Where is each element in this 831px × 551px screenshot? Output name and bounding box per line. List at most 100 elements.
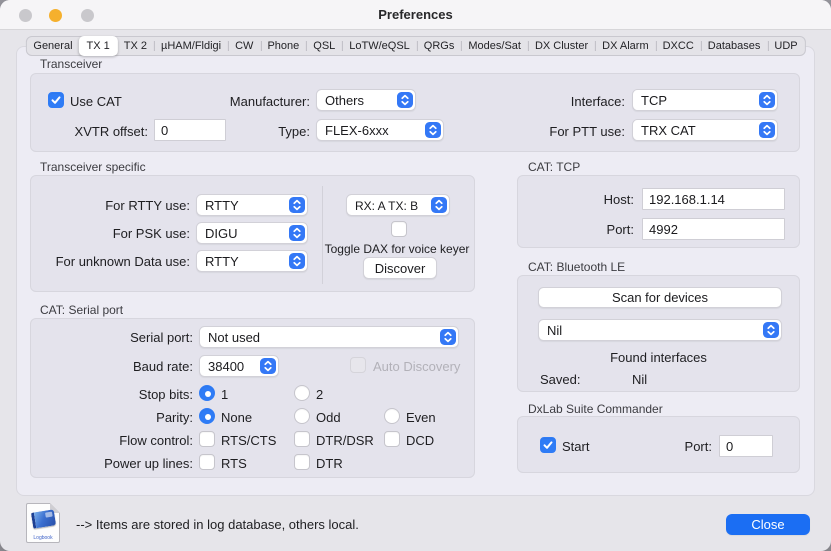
chevron-up-down-icon bbox=[759, 122, 775, 138]
chevron-up-down-icon bbox=[289, 197, 305, 213]
parity-odd-radio[interactable] bbox=[294, 408, 310, 424]
rtty-use-value: RTTY bbox=[205, 198, 239, 213]
footer-note: --> Items are stored in log database, ot… bbox=[76, 517, 359, 532]
stop-bits-1-label: 1 bbox=[221, 387, 229, 402]
cat-bluetooth-group-title: CAT: Bluetooth LE bbox=[528, 260, 626, 274]
dxlab-group-title: DxLab Suite Commander bbox=[528, 402, 663, 416]
tab-dx-cluster[interactable]: DX Cluster bbox=[527, 37, 595, 55]
tab-qrgs[interactable]: QRGs bbox=[416, 37, 462, 55]
unknown-data-use-value: RTTY bbox=[205, 254, 239, 269]
interface-label: Interface: bbox=[570, 94, 625, 109]
ptt-use-select[interactable]: TRX CAT bbox=[632, 119, 778, 141]
toggle-dax-label: Toggle DAX for voice keyer bbox=[324, 242, 470, 256]
toggle-dax-checkbox[interactable] bbox=[391, 221, 407, 237]
serial-port-value: Not used bbox=[208, 330, 261, 345]
host-label: Host: bbox=[603, 192, 634, 207]
close-button[interactable]: Close bbox=[726, 514, 810, 535]
dxlab-port-input[interactable] bbox=[719, 435, 773, 457]
tab-qsl[interactable]: QSL bbox=[306, 37, 342, 55]
host-input[interactable] bbox=[642, 188, 785, 210]
serial-port-label: Serial port: bbox=[130, 330, 193, 345]
parity-even-label: Even bbox=[406, 410, 436, 425]
saved-label: Saved: bbox=[540, 372, 581, 387]
window-title: Preferences bbox=[378, 7, 453, 22]
use-cat-checkbox[interactable] bbox=[48, 92, 64, 108]
chevron-up-down-icon bbox=[431, 197, 447, 213]
tab-cw[interactable]: CW bbox=[228, 37, 260, 55]
tab-lotw-eqsl[interactable]: LoTW/eQSL bbox=[342, 37, 417, 55]
transceiver-group-title: Transceiver bbox=[40, 57, 103, 71]
tcp-port-label: Port: bbox=[606, 222, 634, 237]
chevron-up-down-icon bbox=[260, 358, 276, 374]
tab-databases[interactable]: Databases bbox=[700, 37, 768, 55]
dxlab-start-label: Start bbox=[562, 439, 590, 454]
preferences-tab-bar: General TX 1 TX 2 µHAM/Fldigi CW Phone Q… bbox=[25, 36, 806, 56]
tcp-port-input[interactable] bbox=[642, 218, 785, 240]
flow-rts-cts-checkbox[interactable] bbox=[199, 431, 215, 447]
rx-tx-select[interactable]: RX: A TX: B bbox=[346, 194, 450, 216]
manufacturer-select[interactable]: Others bbox=[316, 89, 416, 111]
tab-modes-sat[interactable]: Modes/Sat bbox=[461, 37, 528, 55]
chevron-up-down-icon bbox=[763, 322, 779, 338]
psk-use-value: DIGU bbox=[205, 226, 238, 241]
interface-select[interactable]: TCP bbox=[632, 89, 778, 111]
power-rts-checkbox[interactable] bbox=[199, 454, 215, 470]
stop-bits-2-radio[interactable] bbox=[294, 385, 310, 401]
parity-none-label: None bbox=[221, 410, 253, 425]
xvtr-offset-input[interactable] bbox=[154, 119, 226, 141]
baud-rate-value: 38400 bbox=[208, 359, 245, 374]
chevron-up-down-icon bbox=[440, 329, 456, 345]
power-dtr-checkbox[interactable] bbox=[294, 454, 310, 470]
dxlab-start-checkbox[interactable] bbox=[540, 437, 556, 453]
preferences-window: Preferences General TX 1 TX 2 µHAM/Fldig… bbox=[0, 0, 831, 551]
manufacturer-value: Others bbox=[325, 93, 365, 108]
parity-none-radio[interactable] bbox=[199, 408, 215, 424]
chevron-up-down-icon bbox=[425, 122, 441, 138]
serial-port-select[interactable]: Not used bbox=[199, 326, 459, 348]
type-select[interactable]: FLEX-6xxx bbox=[316, 119, 444, 141]
auto-discovery-checkbox bbox=[350, 357, 366, 373]
manufacturer-label: Manufacturer: bbox=[229, 94, 310, 109]
type-label: Type: bbox=[278, 124, 310, 139]
saved-value: Nil bbox=[632, 372, 648, 387]
stop-bits-label: Stop bits: bbox=[138, 387, 193, 402]
tab-udp[interactable]: UDP bbox=[767, 37, 804, 55]
bluetooth-device-select[interactable]: Nil bbox=[538, 319, 782, 341]
parity-label: Parity: bbox=[156, 410, 193, 425]
flow-control-label: Flow control: bbox=[119, 433, 193, 448]
baud-rate-select[interactable]: 38400 bbox=[199, 355, 279, 377]
parity-even-radio[interactable] bbox=[384, 408, 400, 424]
tab-dxcc[interactable]: DXCC bbox=[655, 37, 701, 55]
interface-value: TCP bbox=[641, 93, 667, 108]
found-interfaces-label: Found interfaces bbox=[610, 350, 707, 365]
flow-dcd-label: DCD bbox=[406, 433, 435, 448]
stop-bits-2-label: 2 bbox=[316, 387, 324, 402]
flow-rts-cts-label: RTS/CTS bbox=[221, 433, 277, 448]
cat-serial-group-title: CAT: Serial port bbox=[40, 303, 124, 317]
unknown-data-use-label: For unknown Data use: bbox=[55, 254, 190, 269]
discover-button[interactable]: Discover bbox=[363, 257, 437, 279]
tab-phone[interactable]: Phone bbox=[260, 37, 306, 55]
flow-dtr-dsr-checkbox[interactable] bbox=[294, 431, 310, 447]
flow-dtr-dsr-label: DTR/DSR bbox=[316, 433, 374, 448]
tab-tx1[interactable]: TX 1 bbox=[78, 36, 118, 56]
scan-for-devices-button[interactable]: Scan for devices bbox=[538, 287, 782, 308]
tab-general[interactable]: General bbox=[26, 37, 79, 55]
unknown-data-use-select[interactable]: RTTY bbox=[196, 250, 308, 272]
psk-use-select[interactable]: DIGU bbox=[196, 222, 308, 244]
tab-tx2[interactable]: TX 2 bbox=[117, 37, 154, 55]
rx-tx-value: RX: A TX: B bbox=[355, 199, 419, 213]
tab-uham-fldigi[interactable]: µHAM/Fldigi bbox=[153, 37, 228, 55]
power-up-lines-label: Power up lines: bbox=[104, 456, 193, 471]
psk-use-label: For PSK use: bbox=[112, 226, 190, 241]
auto-discovery-label: Auto Discovery bbox=[373, 359, 461, 374]
ptt-use-value: TRX CAT bbox=[641, 123, 696, 138]
book-icon bbox=[30, 509, 57, 529]
tab-dx-alarm[interactable]: DX Alarm bbox=[595, 37, 655, 55]
chevron-up-down-icon bbox=[289, 225, 305, 241]
flow-dcd-checkbox[interactable] bbox=[384, 431, 400, 447]
rtty-use-label: For RTTY use: bbox=[105, 198, 190, 213]
rtty-use-select[interactable]: RTTY bbox=[196, 194, 308, 216]
stop-bits-1-radio[interactable] bbox=[199, 385, 215, 401]
group-divider bbox=[322, 186, 323, 284]
